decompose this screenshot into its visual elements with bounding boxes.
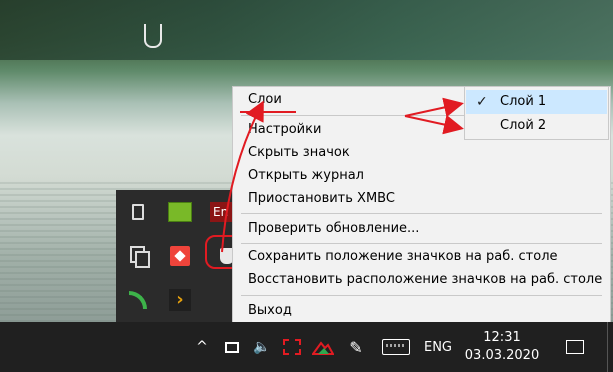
network-icon[interactable] bbox=[220, 322, 244, 372]
plex-icon[interactable]: › bbox=[168, 288, 192, 312]
input-language[interactable]: ENG bbox=[420, 322, 456, 372]
taskbar: ^ 🔈 ✎ ENG 12:31 03.03.2020 bbox=[0, 322, 613, 372]
touch-keyboard-icon[interactable] bbox=[380, 322, 412, 372]
en-icon[interactable]: En bbox=[210, 200, 234, 224]
menu-item-check-update[interactable]: Проверить обновление... bbox=[248, 218, 419, 240]
menu-separator bbox=[241, 213, 602, 214]
copy-icon[interactable] bbox=[126, 244, 150, 268]
menu-item-open-log[interactable]: Открыть журнал bbox=[248, 165, 364, 187]
clock-date: 03.03.2020 bbox=[464, 348, 540, 363]
menu-item-layers[interactable]: Слои bbox=[248, 89, 282, 111]
submenu-item-label: Слой 2 bbox=[500, 118, 547, 133]
menu-separator bbox=[241, 243, 602, 244]
action-center-icon[interactable] bbox=[560, 322, 590, 372]
hook-shape bbox=[144, 24, 162, 48]
menu-item-hide-icon[interactable]: Скрыть значок bbox=[248, 142, 350, 164]
plex-label: › bbox=[169, 289, 191, 311]
nvidia-icon[interactable] bbox=[168, 200, 192, 224]
rss-icon[interactable] bbox=[126, 288, 150, 312]
usb-icon[interactable] bbox=[126, 200, 150, 224]
screenshot-icon[interactable] bbox=[280, 322, 304, 372]
checkmark-icon: ✓ bbox=[476, 94, 488, 110]
menu-item-exit[interactable]: Выход bbox=[248, 300, 292, 322]
anydesk-icon[interactable] bbox=[168, 244, 192, 268]
menu-item-pause[interactable]: Приостановить XMBC bbox=[248, 188, 395, 210]
clock[interactable]: 12:31 03.03.2020 bbox=[462, 322, 542, 372]
clock-time: 12:31 bbox=[483, 330, 521, 345]
layers-submenu: ✓ Слой 1 Слой 2 bbox=[464, 86, 609, 140]
pen-icon[interactable]: ✎ bbox=[344, 322, 368, 372]
en-label: En bbox=[210, 202, 234, 222]
submenu-item-label: Слой 1 bbox=[500, 94, 547, 109]
menu-item-settings[interactable]: Настройки bbox=[248, 119, 321, 141]
submenu-item-layer-1[interactable]: ✓ Слой 1 bbox=[466, 90, 607, 114]
menu-separator bbox=[241, 295, 602, 296]
mountain-icon[interactable] bbox=[310, 322, 336, 372]
volume-icon[interactable]: 🔈 bbox=[250, 322, 274, 372]
show-hidden-icons-chevron-icon[interactable]: ^ bbox=[192, 322, 212, 372]
submenu-item-layer-2[interactable]: Слой 2 bbox=[466, 114, 607, 138]
show-desktop-button[interactable] bbox=[607, 322, 613, 372]
menu-item-restore-positions[interactable]: Восстановить расположение значков на раб… bbox=[248, 269, 602, 291]
annotation-underline bbox=[240, 111, 296, 113]
menu-item-save-positions[interactable]: Сохранить положение значков на раб. стол… bbox=[248, 246, 558, 268]
